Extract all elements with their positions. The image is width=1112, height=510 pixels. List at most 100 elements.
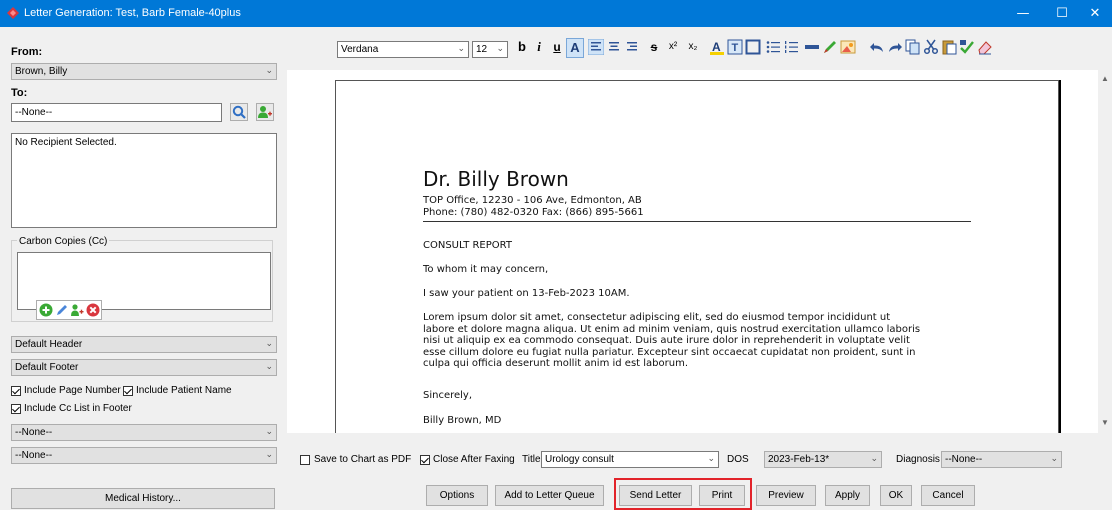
remove-cc-icon[interactable] xyxy=(86,303,100,317)
diagnosis-select[interactable]: --None-- ⌄ xyxy=(941,451,1062,468)
option-select-2[interactable]: --None-- ⌄ xyxy=(11,447,277,464)
font-color-button[interactable]: A xyxy=(566,38,584,58)
ok-button[interactable]: OK xyxy=(880,485,912,506)
header-divider xyxy=(423,221,971,222)
border-icon[interactable] xyxy=(745,39,761,55)
paste-icon[interactable] xyxy=(941,39,957,55)
recipient-text: No Recipient Selected. xyxy=(15,137,117,148)
dos-label: DOS xyxy=(727,454,749,465)
cancel-button[interactable]: Cancel xyxy=(921,485,975,506)
pen-icon[interactable] xyxy=(822,39,838,55)
preview-button[interactable]: Preview xyxy=(756,485,816,506)
minimize-button[interactable]: — xyxy=(1006,0,1040,27)
intro-line: I saw your patient on 13-Feb-2023 10AM. xyxy=(423,288,630,299)
subscript-button[interactable]: x₂ xyxy=(684,38,702,58)
search-icon xyxy=(232,105,246,119)
cc-label: Carbon Copies (Cc) xyxy=(17,236,110,247)
from-label: From: xyxy=(11,46,43,58)
font-family-select[interactable]: Verdana ⌄ xyxy=(337,41,469,58)
align-right-icon[interactable] xyxy=(624,39,640,55)
add-person-icon xyxy=(258,106,272,118)
from-select-value: Brown, Billy xyxy=(15,66,68,77)
edit-cc-icon[interactable] xyxy=(55,303,69,317)
close-after-faxing-checkbox[interactable] xyxy=(420,455,430,465)
chevron-down-icon: ⌄ xyxy=(265,450,273,460)
search-recipient-button[interactable] xyxy=(230,103,248,121)
scroll-up-arrow[interactable]: ▲ xyxy=(1101,74,1109,83)
window-title: Letter Generation: Test, Barb Female-40p… xyxy=(24,7,241,19)
save-pdf-checkbox[interactable] xyxy=(300,455,310,465)
add-cc-icon[interactable] xyxy=(39,303,53,317)
maximize-button[interactable]: ☐ xyxy=(1045,0,1079,27)
dos-select[interactable]: 2023-Feb-13* ⌄ xyxy=(764,451,882,468)
title-select[interactable]: Urology consult ⌄ xyxy=(541,451,719,468)
italic-button[interactable]: i xyxy=(532,38,546,58)
include-patient-name-checkbox[interactable] xyxy=(123,386,133,396)
font-size-value: 12 xyxy=(476,44,488,55)
document-scrollbar[interactable]: ▲ ▼ xyxy=(1098,70,1112,433)
doctor-name: Dr. Billy Brown xyxy=(423,167,569,191)
cc-action-bar xyxy=(36,300,102,320)
highlight-icon[interactable]: A xyxy=(709,39,725,55)
bulleted-list-icon[interactable] xyxy=(765,39,781,55)
dos-select-value: 2023-Feb-13* xyxy=(768,454,830,465)
numbered-list-icon[interactable] xyxy=(783,39,799,55)
footer-select[interactable]: Default Footer ⌄ xyxy=(11,359,277,376)
include-cc-list-checkbox[interactable] xyxy=(11,404,21,414)
include-page-number-checkbox[interactable] xyxy=(11,386,21,396)
chevron-down-icon: ⌄ xyxy=(265,427,273,437)
close-after-faxing-label: Close After Faxing xyxy=(433,454,515,465)
apply-button[interactable]: Apply xyxy=(825,485,870,506)
scroll-down-arrow[interactable]: ▼ xyxy=(1101,418,1109,427)
footer-select-value: Default Footer xyxy=(15,362,79,373)
title-label: Title xyxy=(522,454,541,465)
chevron-down-icon: ⌄ xyxy=(870,454,878,464)
spell-check-icon[interactable] xyxy=(959,39,975,55)
align-left-icon[interactable] xyxy=(588,39,604,55)
eraser-icon[interactable] xyxy=(977,39,993,55)
medical-history-button[interactable]: Medical History... xyxy=(11,488,275,509)
to-label: To: xyxy=(11,87,28,99)
letter-page[interactable]: Dr. Billy Brown TOP Office, 12230 - 106 … xyxy=(335,80,1059,433)
save-pdf-label: Save to Chart as PDF xyxy=(314,454,412,465)
header-select-value: Default Header xyxy=(15,339,83,350)
chevron-down-icon: ⌄ xyxy=(496,44,504,54)
underline-button[interactable]: u xyxy=(549,38,565,58)
align-center-icon[interactable] xyxy=(606,39,622,55)
text-box-icon[interactable]: T xyxy=(727,39,743,55)
cut-icon[interactable] xyxy=(923,39,939,55)
svg-text:T: T xyxy=(732,42,739,54)
add-person-cc-icon[interactable] xyxy=(70,303,84,317)
recipient-details-box[interactable]: No Recipient Selected. xyxy=(11,133,277,228)
header-select[interactable]: Default Header ⌄ xyxy=(11,336,277,353)
close-button[interactable]: ✕ xyxy=(1078,0,1112,27)
font-size-select[interactable]: 12 ⌄ xyxy=(472,41,508,58)
body-line: nisi ut aliquip ex ea commodo consequat.… xyxy=(423,335,910,346)
option-select-1[interactable]: --None-- ⌄ xyxy=(11,424,277,441)
closing: Sincerely, xyxy=(423,390,473,401)
from-select[interactable]: Brown, Billy ⌄ xyxy=(11,63,277,80)
include-page-number-label: Include Page Number xyxy=(24,385,121,396)
superscript-button[interactable]: x² xyxy=(664,38,682,58)
undo-icon[interactable] xyxy=(869,39,885,55)
document-editor[interactable]: Dr. Billy Brown TOP Office, 12230 - 106 … xyxy=(287,70,1112,433)
font-family-value: Verdana xyxy=(341,44,379,55)
redo-icon[interactable] xyxy=(887,39,903,55)
title-select-value: Urology consult xyxy=(545,454,614,465)
options-button[interactable]: Options xyxy=(426,485,488,506)
add-recipient-button[interactable] xyxy=(256,103,274,121)
horizontal-line-icon[interactable] xyxy=(804,39,820,55)
strikethrough-button[interactable]: s xyxy=(647,38,661,58)
bold-button[interactable]: b xyxy=(513,38,531,58)
to-input[interactable]: --None-- xyxy=(11,103,222,122)
add-to-letter-queue-button[interactable]: Add to Letter Queue xyxy=(495,485,604,506)
app-icon xyxy=(7,7,19,19)
chevron-down-icon: ⌄ xyxy=(1050,454,1058,464)
body-line: labore et dolore magna aliqua. Ut enim a… xyxy=(423,323,921,335)
to-input-value: --None-- xyxy=(15,107,53,118)
diagnosis-label: Diagnosis xyxy=(896,454,940,465)
insert-image-icon[interactable] xyxy=(840,39,856,55)
copy-icon[interactable] xyxy=(905,39,921,55)
diagnosis-select-value: --None-- xyxy=(945,454,983,465)
include-patient-name-label: Include Patient Name xyxy=(136,385,232,396)
